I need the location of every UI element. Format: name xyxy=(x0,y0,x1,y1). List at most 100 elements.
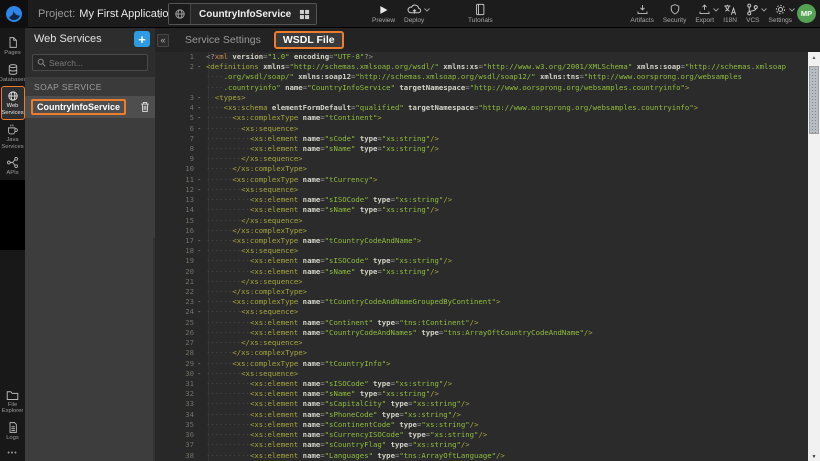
code-text[interactable]: ········<xs:sequence> xyxy=(206,307,808,317)
vcs-button[interactable]: VCS xyxy=(746,3,759,24)
sidebar-overflow-button[interactable]: ••• xyxy=(7,444,17,461)
code-line[interactable]: ····.org/wsdl/soap/" xmlns:soap12="http:… xyxy=(155,72,808,82)
fold-marker[interactable]: - xyxy=(197,93,206,103)
code-line[interactable]: 36··········<xs:element name="sCurrencyI… xyxy=(155,430,808,440)
code-text[interactable]: ········</xs:sequence> xyxy=(206,338,808,348)
i18n-button[interactable]: I18N xyxy=(723,3,737,24)
code-text[interactable]: ······<xs:complexType name="tCountryInfo… xyxy=(206,359,808,369)
code-line[interactable]: 4-····<xs:schema elementFormDefault="qua… xyxy=(155,103,808,113)
sidebar-item-databases[interactable]: Databases xyxy=(0,60,25,87)
fold-marker[interactable]: - xyxy=(197,369,206,379)
code-line[interactable]: 27········</xs:sequence> xyxy=(155,338,808,348)
code-line[interactable]: 25··········<xs:element name="Continent"… xyxy=(155,318,808,328)
trash-icon[interactable] xyxy=(140,101,150,113)
search-box[interactable] xyxy=(32,54,148,71)
code-text[interactable]: ······</xs:complexType> xyxy=(206,348,808,358)
sidebar-item-file-explorer[interactable]: File Explorer xyxy=(0,386,25,418)
service-tab[interactable]: CountryInfoService xyxy=(168,3,317,25)
code-line[interactable]: 33··········<xs:element name="sCapitalCi… xyxy=(155,399,808,409)
code-text[interactable]: ········</xs:sequence> xyxy=(206,277,808,287)
code-editor[interactable]: 1<?xml version="1.0" encoding="UTF-8"?>2… xyxy=(155,52,808,461)
code-line[interactable]: 32··········<xs:element name="sName" typ… xyxy=(155,389,808,399)
deploy-button[interactable]: Deploy xyxy=(404,3,424,24)
sidebar-item-web-services[interactable]: Web Services xyxy=(1,86,25,120)
code-text[interactable]: ··········<xs:element name="sContinentCo… xyxy=(206,420,808,430)
fold-marker[interactable]: - xyxy=(197,307,206,317)
code-text[interactable]: ··········<xs:element name="Continent" t… xyxy=(206,318,808,328)
sidebar-item-pages[interactable]: Pages xyxy=(0,33,25,60)
code-line[interactable]: 13··········<xs:element name="sISOCode" … xyxy=(155,195,808,205)
sidebar-item-java-services[interactable]: Java Services xyxy=(0,120,25,153)
code-line[interactable]: ····.countryinfo" name="CountryInfoServi… xyxy=(155,83,808,93)
sidebar-item-logs[interactable]: Logs xyxy=(0,418,25,445)
code-text[interactable]: ······</xs:complexType> xyxy=(206,226,808,236)
editor-scrollbar[interactable]: ▲ ▼ xyxy=(808,52,820,461)
code-line[interactable]: 21········</xs:sequence> xyxy=(155,277,808,287)
code-line[interactable]: 17-······<xs:complexType name="tCountryC… xyxy=(155,236,808,246)
code-line[interactable]: 8··········<xs:element name="sName" type… xyxy=(155,144,808,154)
code-text[interactable]: ······</xs:complexType> xyxy=(206,287,808,297)
code-line[interactable]: 20··········<xs:element name="sName" typ… xyxy=(155,267,808,277)
code-line[interactable]: 34··········<xs:element name="sPhoneCode… xyxy=(155,410,808,420)
code-line[interactable]: 29-······<xs:complexType name="tCountryI… xyxy=(155,359,808,369)
code-text[interactable]: ··········<xs:element name="sCountryFlag… xyxy=(206,440,808,450)
code-line[interactable]: 37··········<xs:element name="sCountryFl… xyxy=(155,440,808,450)
code-line[interactable]: 1<?xml version="1.0" encoding="UTF-8"?> xyxy=(155,52,808,62)
fold-marker[interactable]: - xyxy=(197,185,206,195)
code-line[interactable]: 12-········<xs:sequence> xyxy=(155,185,808,195)
code-line[interactable]: 14··········<xs:element name="sName" typ… xyxy=(155,205,808,215)
code-line[interactable]: 11-······<xs:complexType name="tCurrency… xyxy=(155,175,808,185)
fold-marker[interactable]: - xyxy=(197,175,206,185)
code-text[interactable]: ··········<xs:element name="CountryCodeA… xyxy=(206,328,808,338)
app-logo[interactable] xyxy=(0,0,28,28)
add-service-button[interactable]: + xyxy=(134,31,150,47)
settings-button[interactable]: Settings xyxy=(769,3,793,24)
code-line[interactable]: 31··········<xs:element name="sISOCode" … xyxy=(155,379,808,389)
code-line[interactable]: 38··········<xs:element name="Languages"… xyxy=(155,451,808,461)
code-text[interactable]: ··········<xs:element name="sCurrencyISO… xyxy=(206,430,808,440)
code-text[interactable]: ········</xs:sequence> xyxy=(206,216,808,226)
code-line[interactable]: 9········</xs:sequence> xyxy=(155,154,808,164)
export-button[interactable]: Export xyxy=(695,3,714,24)
code-text[interactable]: ····.org/wsdl/soap/" xmlns:soap12="http:… xyxy=(206,72,808,82)
tab-service-settings[interactable]: Service Settings xyxy=(185,34,261,46)
code-line[interactable]: 26··········<xs:element name="CountryCod… xyxy=(155,328,808,338)
scroll-down-arrow-icon[interactable]: ▼ xyxy=(808,454,820,460)
fold-marker[interactable]: - xyxy=(197,124,206,134)
collapse-panel-button[interactable]: « xyxy=(157,34,169,47)
code-text[interactable]: ··········<xs:element name="sCapitalCity… xyxy=(206,399,808,409)
code-text[interactable]: ··········<xs:element name="sName" type=… xyxy=(206,389,808,399)
code-line[interactable]: 2-<definitions xmlns="http://schemas.xml… xyxy=(155,62,808,72)
service-name[interactable]: CountryInfoService xyxy=(31,99,126,115)
code-line[interactable]: 35··········<xs:element name="sContinent… xyxy=(155,420,808,430)
grid-icon[interactable] xyxy=(299,9,316,20)
fold-marker[interactable]: - xyxy=(197,103,206,113)
code-text[interactable]: ··········<xs:element name="sName" type=… xyxy=(206,205,808,215)
code-text[interactable]: ··········<xs:element name="sISOCode" ty… xyxy=(206,256,808,266)
code-line[interactable]: 6-········<xs:sequence> xyxy=(155,124,808,134)
code-text[interactable]: ········</xs:sequence> xyxy=(206,154,808,164)
code-text[interactable]: ··········<xs:element name="sISOCode" ty… xyxy=(206,195,808,205)
preview-button[interactable]: Preview xyxy=(372,3,395,24)
code-text[interactable]: ········<xs:sequence> xyxy=(206,185,808,195)
security-button[interactable]: Security xyxy=(663,3,686,24)
tutorials-button[interactable]: Tutorials xyxy=(468,3,493,24)
code-text[interactable]: ··········<xs:element name="Languages" t… xyxy=(206,451,808,461)
code-text[interactable]: <?xml version="1.0" encoding="UTF-8"?> xyxy=(206,52,808,62)
tab-wsdl-file[interactable]: WSDL File xyxy=(274,31,344,49)
code-line[interactable]: 5-······<xs:complexType name="tContinent… xyxy=(155,113,808,123)
fold-marker[interactable]: - xyxy=(197,297,206,307)
code-text[interactable]: <definitions xmlns="http://schemas.xmlso… xyxy=(206,62,808,72)
fold-marker[interactable]: - xyxy=(197,359,206,369)
code-line[interactable]: 10······</xs:complexType> xyxy=(155,164,808,174)
artifacts-button[interactable]: Artifacts xyxy=(630,3,653,24)
code-text[interactable]: ········<xs:sequence> xyxy=(206,369,808,379)
code-line[interactable]: 3-··<types> xyxy=(155,93,808,103)
code-line[interactable]: 19··········<xs:element name="sISOCode" … xyxy=(155,256,808,266)
code-line[interactable]: 22······</xs:complexType> xyxy=(155,287,808,297)
scrollbar-thumb[interactable] xyxy=(809,66,819,134)
code-text[interactable]: ······<xs:complexType name="tCountryCode… xyxy=(206,297,808,307)
code-text[interactable]: ········<xs:sequence> xyxy=(206,246,808,256)
code-text[interactable]: ··········<xs:element name="sCode" type=… xyxy=(206,134,808,144)
code-text[interactable]: ······</xs:complexType> xyxy=(206,164,808,174)
